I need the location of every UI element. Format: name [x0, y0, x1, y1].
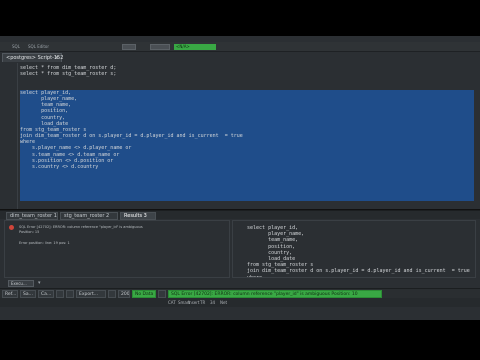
- query-preview-code: select player_id, player_name, team_name…: [247, 225, 470, 278]
- taskbar-item[interactable]: [158, 290, 166, 298]
- taskbar-item[interactable]: SQL Error [42702]: ERROR: column referen…: [168, 290, 382, 298]
- taskbar-item[interactable]: Sa...: [20, 290, 36, 298]
- dbeaver-window: SQL SQL Editor <N/A> <postgres> Script-1…: [0, 36, 480, 320]
- tab-stg-team-roster[interactable]: stg_team_roster 2: [60, 212, 118, 220]
- toolbar-item-sql[interactable]: SQL: [12, 44, 20, 50]
- tab-dim-team-roster[interactable]: dim_team_roster 1: [6, 212, 58, 220]
- main-toolbar: SQL SQL Editor <N/A>: [0, 42, 480, 52]
- video-letterbox-top: [0, 0, 480, 36]
- taskbar-item[interactable]: [66, 290, 74, 298]
- chevron-down-icon[interactable]: ▾: [38, 280, 41, 286]
- taskbar-item[interactable]: Ca...: [38, 290, 54, 298]
- code-line[interactable]: s.country <> d.country: [20, 164, 470, 170]
- error-position-line: Error position: line: 19 pos: 1: [19, 241, 70, 245]
- status-net: Net: [220, 300, 228, 305]
- query-line: join dim_team_roster d on s.player_id = …: [247, 268, 470, 275]
- taskbar-item[interactable]: Export...: [76, 290, 106, 298]
- taskbar: Ref... Sa... Ca... Export... 200 No Data SQL E…: [0, 288, 480, 298]
- taskbar-item[interactable]: No Data: [132, 290, 156, 298]
- status-encoding: CAT: [168, 300, 176, 305]
- execution-log-dropdown[interactable]: Execu...: [8, 280, 34, 287]
- status-insert: Insert: [188, 300, 200, 305]
- results-tab-bar: dim_team_roster 1 stg_team_roster 2 Resu…: [0, 210, 480, 220]
- video-letterbox-bottom: [0, 320, 480, 360]
- status-tr: TR: [200, 300, 206, 305]
- query-line: where: [247, 274, 263, 278]
- status-position: 34: [210, 300, 216, 305]
- error-output-panel: SQL Error [42702]: ERROR: column referen…: [4, 220, 230, 278]
- taskbar-item[interactable]: [108, 290, 116, 298]
- error-icon: [9, 225, 14, 230]
- taskbar-item[interactable]: [56, 290, 64, 298]
- sql-code[interactable]: select * from dim_team_roster d; select *…: [20, 65, 470, 170]
- error-message-line: Position: 15: [19, 230, 40, 234]
- status-bar: CAT Smart Insert TR 34 Net: [0, 298, 480, 307]
- toolbar-datasource[interactable]: [150, 44, 170, 50]
- editor-tab-script-152[interactable]: <postgres> Script-152 ×: [2, 53, 63, 62]
- error-message-line: SQL Error [42702]: ERROR: column referen…: [19, 225, 143, 229]
- query-preview-panel: select player_id, player_name, team_name…: [232, 220, 476, 278]
- transaction-mode-indicator[interactable]: <N/A>: [174, 44, 216, 50]
- close-icon[interactable]: ×: [55, 55, 59, 61]
- sql-editor[interactable]: select * from dim_team_roster d; select *…: [6, 63, 476, 209]
- tab-results[interactable]: Results 3: [120, 212, 156, 220]
- toolbar-dropdown[interactable]: [122, 44, 136, 50]
- editor-gutter: [6, 63, 18, 209]
- toolbar-item-sql-editor[interactable]: SQL Editor: [28, 44, 49, 50]
- taskbar-item[interactable]: Ref...: [2, 290, 18, 298]
- taskbar-item[interactable]: 200: [118, 290, 130, 298]
